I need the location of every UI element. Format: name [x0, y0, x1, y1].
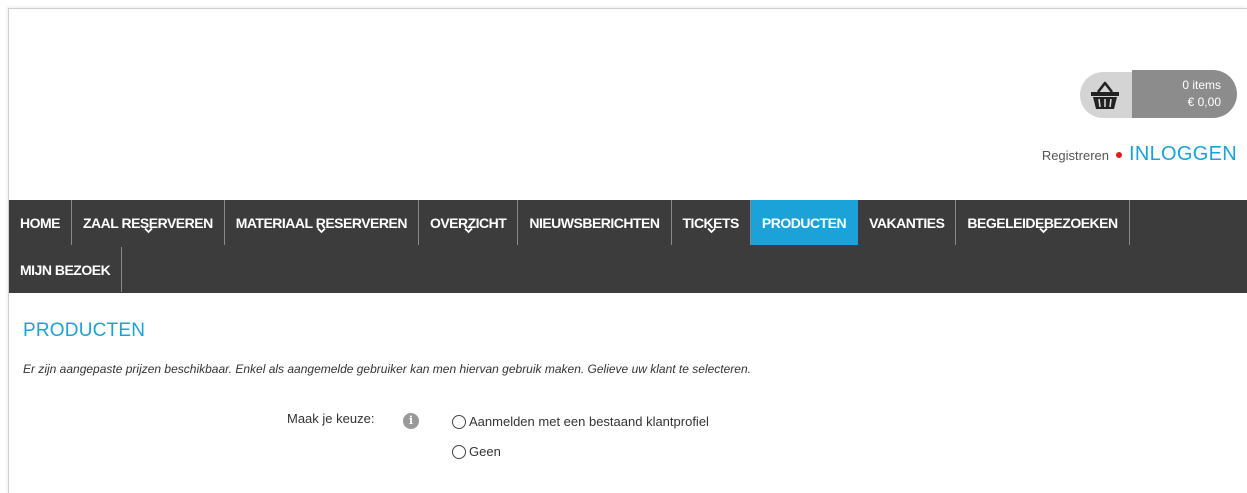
chevron-down-icon [464, 226, 473, 235]
nav-item-zaal-reserveren[interactable]: ZAAL RESERVEREN [72, 200, 225, 245]
nav-item-label: PRODUCTEN [761, 214, 847, 231]
basket-icon [1091, 81, 1119, 109]
nav-item-label: NIEUWSBERICHTEN [529, 214, 660, 231]
nav-item-label: MIJN BEZOEK [20, 261, 111, 278]
nav-item-nieuwsberichten[interactable]: NIEUWSBERICHTEN [518, 200, 672, 245]
nav-item-materiaal-reserveren[interactable]: MATERIAAL RESERVEREN [225, 200, 419, 245]
separator-dot [1116, 152, 1123, 158]
nav-item-vakanties[interactable]: VAKANTIES [858, 200, 957, 245]
nav-row-2: MIJN BEZOEK [9, 247, 123, 292]
info-icon[interactable]: i [403, 413, 419, 429]
choice-label: Maak je keuze: [287, 411, 375, 426]
option-none-label: Geen [469, 444, 501, 459]
nav-item-begeleidebezoeken[interactable]: BEGELEIDEBEZOEKEN [956, 200, 1130, 245]
auth-links: Registreren INLOGGEN [1042, 143, 1237, 166]
chevron-down-icon [144, 226, 153, 235]
login-link[interactable]: INLOGGEN [1129, 143, 1237, 166]
cart-summary[interactable]: 0 items € 0,00 [1132, 70, 1237, 118]
price-notice: Er zijn aangepaste prijzen beschikbaar. … [23, 362, 751, 376]
cart-widget[interactable]: 0 items € 0,00 [1080, 70, 1237, 118]
nav-item-tickets[interactable]: TICKETS [672, 200, 751, 245]
nav-item-overzicht[interactable]: OVERZICHT [419, 200, 519, 245]
nav-row-1: HOME ZAAL RESERVEREN MATERIAAL RESERVEREN O… [9, 200, 1130, 245]
register-link[interactable]: Registreren [1042, 148, 1109, 163]
option-none[interactable]: Geen [452, 444, 501, 459]
nav-item-mijn-bezoek[interactable]: MIJN BEZOEK [9, 247, 123, 292]
cart-icon-container[interactable] [1080, 72, 1140, 118]
radio-existing-profile[interactable] [452, 414, 466, 429]
main-navigation: HOME ZAAL RESERVEREN MATERIAAL RESERVEREN O… [9, 200, 1247, 293]
option-existing-profile-label: Aanmelden met een bestaand klantprofiel [469, 414, 709, 429]
nav-item-label: HOME [20, 214, 61, 231]
nav-item-label: VAKANTIES [869, 214, 945, 231]
nav-item-producten[interactable]: PRODUCTEN [750, 200, 859, 245]
option-existing-profile[interactable]: Aanmelden met een bestaand klantprofiel [452, 414, 709, 429]
chevron-down-icon [1038, 226, 1048, 235]
cart-total: € 0,00 [1187, 95, 1221, 109]
chevron-down-icon [317, 226, 326, 235]
cart-items-count: 0 items [1182, 78, 1221, 92]
page-title: PRODUCTEN [23, 320, 146, 341]
nav-item-home[interactable]: HOME [9, 200, 72, 245]
radio-none[interactable] [452, 444, 466, 459]
chevron-down-icon [707, 226, 716, 235]
